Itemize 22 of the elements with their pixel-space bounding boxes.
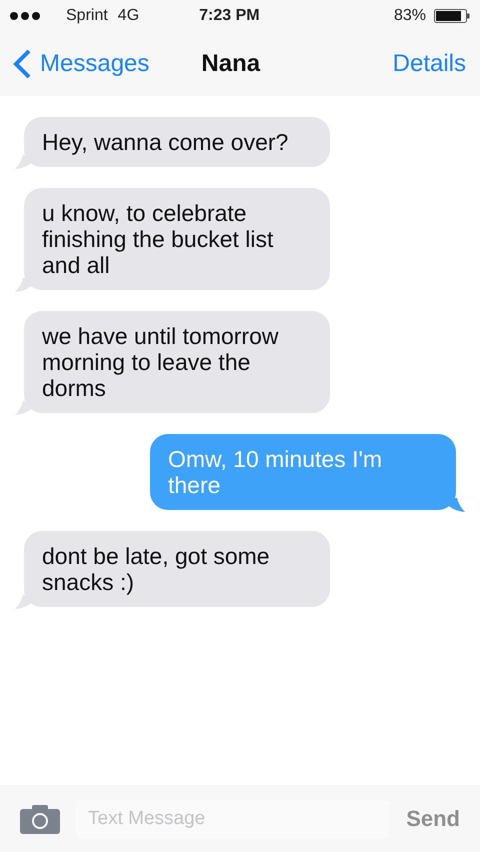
carrier-name: Sprint: [66, 6, 108, 26]
bubble-tail: [447, 498, 465, 512]
camera-icon[interactable]: [20, 804, 60, 834]
message-bubble: we have until tomorrow morning to leave the dorms: [24, 311, 330, 413]
back-button[interactable]: Messages: [12, 46, 150, 82]
battery-percent: 83%: [394, 6, 426, 26]
signal-icon: [10, 12, 42, 20]
conversation-title: Nana: [201, 49, 260, 79]
message-bubble: dont be late, got some snacks :): [24, 531, 330, 607]
chevron-left-icon: [12, 48, 32, 80]
message-bubble: Omw, 10 minutes I'm there: [150, 434, 456, 510]
status-time: 7:23 PM: [199, 6, 260, 26]
bubble-tail: [15, 155, 33, 169]
bubble-tail: [15, 278, 33, 292]
network-type: 4G: [118, 6, 140, 26]
details-button[interactable]: Details: [392, 46, 466, 82]
battery-icon: [434, 9, 470, 23]
bubble-tail: [15, 401, 33, 415]
send-button[interactable]: Send: [406, 802, 460, 835]
message-bubble: Hey, wanna come over?: [24, 117, 330, 167]
bubble-tail: [15, 595, 33, 609]
message-bubble: u know, to celebrate finishing the bucket list and all: [24, 188, 330, 290]
